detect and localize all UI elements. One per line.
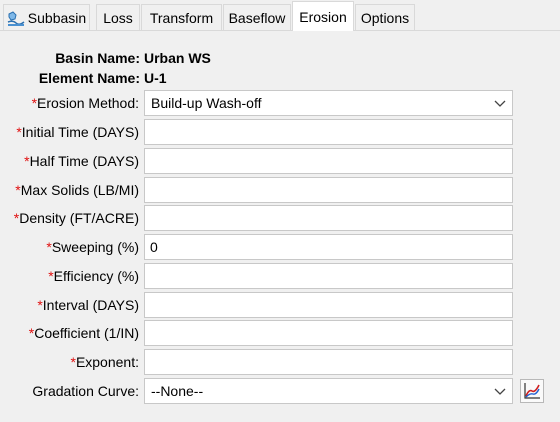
tab-bar: Subbasin Loss Transform Baseflow Erosion… — [0, 0, 560, 31]
gradation-curve-label: Gradation Curve: — [32, 383, 139, 399]
gradation-curve-value: --None-- — [151, 383, 204, 399]
max-solids-label: *Max Solids (LB/MI) — [15, 182, 139, 198]
tab-loss[interactable]: Loss — [96, 4, 140, 30]
initial-time-label: *Initial Time (DAYS) — [16, 124, 139, 140]
gradation-graph-button[interactable] — [520, 379, 544, 403]
coefficient-label: *Coefficient (1/IN) — [28, 325, 139, 341]
sweeping-label: *Sweeping (%) — [46, 239, 139, 255]
erosion-panel: Basin Name: Urban WS Element Name: U-1 *… — [0, 31, 560, 422]
exponent-label: *Exponent: — [70, 354, 139, 370]
interval-label: *Interval (DAYS) — [37, 297, 139, 313]
chevron-down-icon — [494, 388, 506, 395]
gradation-curve-select[interactable]: --None-- — [144, 378, 513, 404]
tab-label: Baseflow — [228, 9, 286, 26]
basin-name-value: Urban WS — [144, 50, 211, 66]
chevron-down-icon — [494, 100, 506, 107]
erosion-method-value: Build-up Wash-off — [151, 95, 262, 111]
element-name-value: U-1 — [144, 70, 167, 86]
tab-label: Transform — [149, 9, 214, 26]
sweeping-field[interactable]: 0 — [144, 234, 513, 260]
tab-erosion[interactable]: Erosion — [292, 1, 354, 31]
interval-field[interactable] — [144, 292, 513, 318]
tab-label: Subbasin — [27, 9, 87, 26]
coefficient-field[interactable] — [144, 320, 513, 346]
tab-label: Erosion — [299, 8, 347, 25]
tab-label: Options — [360, 9, 410, 26]
exponent-field[interactable] — [144, 349, 513, 375]
tab-transform[interactable]: Transform — [141, 4, 222, 30]
tab-label: Loss — [103, 9, 133, 26]
basin-name-label: Basin Name: — [55, 50, 140, 66]
tab-options[interactable]: Options — [355, 4, 415, 30]
density-field[interactable] — [144, 205, 513, 231]
initial-time-field[interactable] — [144, 119, 513, 145]
subbasin-icon — [7, 9, 25, 27]
half-time-label: *Half Time (DAYS) — [24, 153, 139, 169]
efficiency-label: *Efficiency (%) — [48, 268, 139, 284]
element-name-label: Element Name: — [38, 70, 140, 86]
tab-baseflow[interactable]: Baseflow — [223, 4, 291, 30]
graph-icon — [524, 383, 540, 399]
erosion-method-select[interactable]: Build-up Wash-off — [144, 90, 513, 116]
max-solids-field[interactable] — [144, 177, 513, 203]
erosion-method-label: *Erosion Method: — [31, 95, 139, 111]
density-label: *Density (FT/ACRE) — [13, 210, 139, 226]
efficiency-field[interactable] — [144, 263, 513, 289]
half-time-field[interactable] — [144, 148, 513, 174]
tab-subbasin[interactable]: Subbasin — [3, 4, 90, 30]
